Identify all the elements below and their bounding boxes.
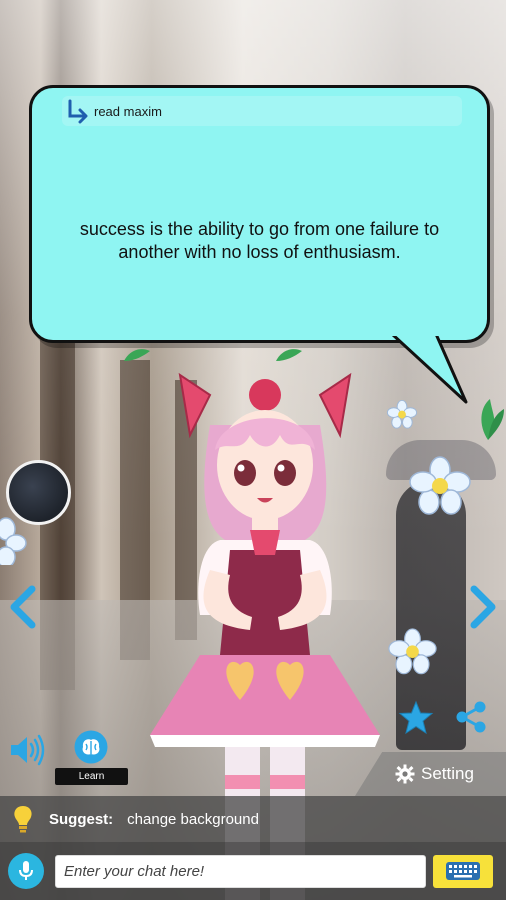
speech-bubble: read maxim success is the ability to go … (29, 85, 490, 343)
read-maxim-label: read maxim (94, 103, 162, 119)
chevron-right-icon[interactable] (468, 585, 498, 629)
read-maxim-header[interactable]: read maxim (62, 96, 462, 126)
microphone-icon (19, 861, 33, 880)
maxim-text: success is the ability to go from one fa… (79, 219, 440, 262)
lightbulb-icon (14, 806, 32, 833)
star-icon[interactable] (398, 700, 434, 736)
setting-label: Setting (421, 764, 474, 783)
chevron-left-icon[interactable] (8, 585, 38, 629)
brain-icon[interactable] (74, 730, 108, 764)
suggest-key: Suggest: (49, 810, 114, 828)
learn-label[interactable]: Learn (55, 768, 128, 785)
flower-decoration (388, 628, 437, 675)
keyboard-button[interactable] (433, 854, 493, 888)
reply-arrow-icon (68, 99, 88, 124)
chat-bar (0, 842, 506, 900)
microphone-button[interactable] (8, 853, 44, 889)
gear-icon (395, 764, 415, 784)
suggest-bar: Suggest: change background (0, 796, 506, 842)
suggest-value[interactable]: change background (127, 811, 259, 828)
share-icon[interactable] (453, 700, 489, 734)
speaker-icon[interactable] (8, 733, 46, 767)
flower-decoration (0, 517, 27, 565)
flower-decoration (409, 456, 471, 515)
chat-input[interactable] (55, 854, 426, 888)
keyboard-icon (446, 862, 480, 880)
avatar[interactable] (6, 460, 71, 525)
